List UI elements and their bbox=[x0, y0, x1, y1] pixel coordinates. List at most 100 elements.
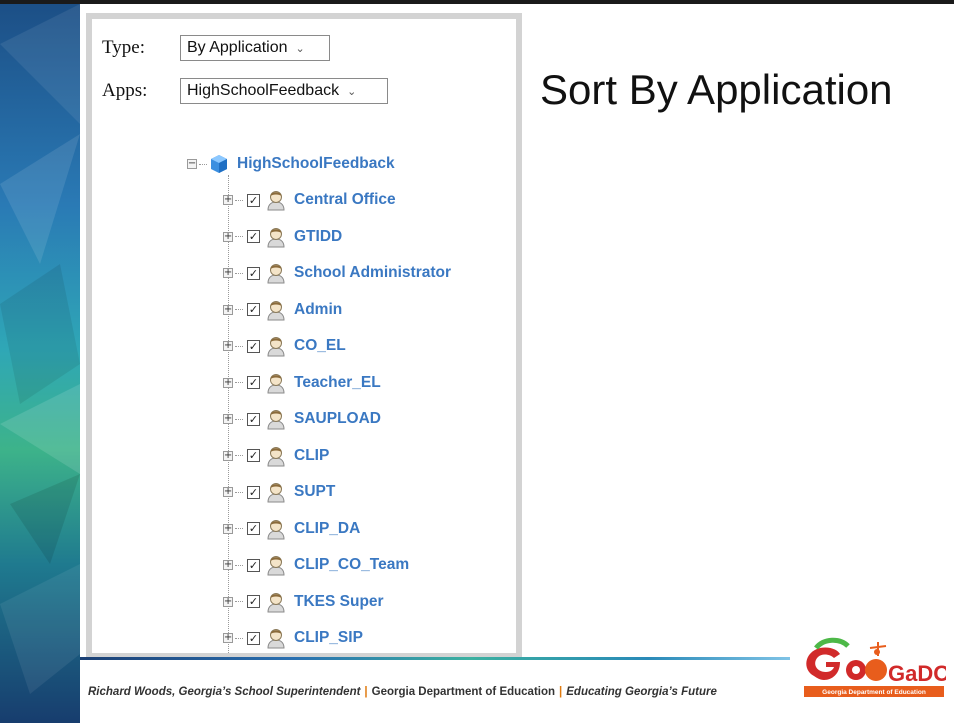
footer-superintendent: Richard Woods, Georgia’s School Superint… bbox=[88, 686, 361, 698]
tree-item-label[interactable]: Admin bbox=[294, 301, 342, 319]
footer-separator: | bbox=[364, 686, 368, 698]
chevron-down-icon: ⌄ bbox=[347, 85, 357, 98]
tree-item-checkbox[interactable]: ✓ bbox=[247, 522, 260, 535]
tree-item[interactable]: + ✓ GTIDD bbox=[223, 222, 342, 252]
tree-item-label[interactable]: CO_EL bbox=[294, 337, 346, 355]
tree-item[interactable]: + ✓ Teacher_EL bbox=[223, 368, 381, 398]
tree-item-checkbox[interactable]: ✓ bbox=[247, 303, 260, 316]
tree-connector bbox=[235, 455, 243, 456]
expand-icon[interactable]: + bbox=[223, 560, 233, 570]
slide-title: Sort By Application bbox=[540, 66, 893, 113]
user-role-icon bbox=[267, 519, 285, 539]
footer-divider bbox=[80, 657, 790, 660]
tree-connector bbox=[235, 418, 243, 420]
expand-icon[interactable]: + bbox=[223, 304, 233, 315]
user-role-icon bbox=[267, 629, 285, 649]
tree-item[interactable]: + ✓ School Administrator bbox=[223, 258, 451, 288]
footer-separator: | bbox=[559, 686, 563, 698]
tree-item-checkbox[interactable]: ✓ bbox=[247, 339, 260, 353]
tree-item[interactable]: + ✓ CO_EL bbox=[223, 331, 346, 361]
apps-label: Apps: bbox=[102, 80, 148, 101]
tree-item-label[interactable]: CLIP bbox=[294, 447, 329, 465]
user-role-icon bbox=[267, 410, 285, 430]
logo-brand-text: GaDOE bbox=[888, 661, 946, 686]
tree-item[interactable]: + ✓ Central Office bbox=[223, 185, 396, 215]
top-border bbox=[0, 0, 954, 4]
tree-item-checkbox[interactable]: ✓ bbox=[247, 631, 260, 645]
expand-icon[interactable]: + bbox=[223, 414, 233, 424]
tree-item-label[interactable]: CLIP_CO_Team bbox=[294, 556, 409, 574]
tree-connector bbox=[235, 528, 243, 529]
tree-item-checkbox[interactable]: ✓ bbox=[247, 449, 260, 462]
application-cube-icon bbox=[211, 155, 227, 173]
tree-item-checkbox[interactable]: ✓ bbox=[247, 412, 260, 426]
tree-root-node[interactable]: − HighSchoolFeedback bbox=[187, 149, 395, 179]
tree-item[interactable]: + ✓ CLIP_DA bbox=[223, 514, 360, 544]
decorative-side-banner bbox=[0, 4, 80, 723]
expand-icon[interactable]: + bbox=[223, 377, 233, 388]
tree-item-label[interactable]: School Administrator bbox=[294, 264, 451, 282]
logo-caption: Georgia Department of Education bbox=[822, 689, 926, 696]
tree-connector bbox=[235, 199, 243, 201]
tree-item-checkbox[interactable]: ✓ bbox=[247, 376, 260, 389]
tree-item-label[interactable]: Teacher_EL bbox=[294, 374, 381, 392]
tree-item-label[interactable]: TKES Super bbox=[294, 593, 384, 611]
tree-item-label[interactable]: SAUPLOAD bbox=[294, 410, 381, 428]
tree-item[interactable]: + ✓ TKES Super bbox=[223, 587, 384, 617]
tree-item-label[interactable]: GTIDD bbox=[294, 228, 342, 246]
expand-icon[interactable]: + bbox=[223, 195, 233, 205]
apps-select-value: HighSchoolFeedback bbox=[187, 82, 340, 99]
apps-select[interactable]: HighSchoolFeedback ⌄ bbox=[180, 78, 388, 104]
user-tree-panel: Type: By Application ⌄ Apps: HighSchoolF… bbox=[86, 13, 522, 659]
tree-item-checkbox[interactable]: ✓ bbox=[247, 558, 260, 572]
expand-icon[interactable]: + bbox=[223, 596, 233, 607]
expand-icon[interactable]: + bbox=[223, 633, 233, 643]
user-role-icon bbox=[267, 483, 285, 503]
tree-connector bbox=[235, 309, 243, 310]
tree-item-label[interactable]: Central Office bbox=[294, 191, 396, 209]
user-role-icon bbox=[267, 227, 285, 247]
expand-icon[interactable]: + bbox=[223, 231, 233, 242]
tree-item[interactable]: + ✓ CLIP bbox=[223, 441, 329, 471]
tree-item[interactable]: + ✓ Admin bbox=[223, 295, 342, 325]
user-role-icon bbox=[267, 373, 285, 393]
user-role-icon bbox=[267, 191, 285, 211]
tree-item-label[interactable]: CLIP_DA bbox=[294, 520, 360, 538]
tree-item-checkbox[interactable]: ✓ bbox=[247, 193, 260, 207]
tree-connector bbox=[235, 345, 243, 347]
type-select-value: By Application bbox=[187, 39, 288, 56]
tree-connector bbox=[235, 382, 243, 383]
expand-icon[interactable]: + bbox=[223, 487, 233, 497]
tree-connector bbox=[235, 637, 243, 639]
type-row: Type: By Application ⌄ bbox=[102, 35, 330, 61]
tree-item-checkbox[interactable]: ✓ bbox=[247, 595, 260, 608]
expand-icon[interactable]: + bbox=[223, 450, 233, 461]
expand-icon[interactable]: + bbox=[223, 268, 233, 278]
apps-row: Apps: HighSchoolFeedback ⌄ bbox=[102, 78, 388, 104]
user-role-icon bbox=[267, 300, 285, 320]
type-select[interactable]: By Application ⌄ bbox=[180, 35, 330, 61]
tree-root-label[interactable]: HighSchoolFeedback bbox=[237, 155, 395, 173]
tree-item-checkbox[interactable]: ✓ bbox=[247, 230, 260, 243]
tree-connector bbox=[199, 163, 207, 165]
tree-item[interactable]: + ✓ CLIP_CO_Team bbox=[223, 550, 409, 580]
user-role-icon bbox=[267, 446, 285, 466]
tree-connector bbox=[235, 236, 243, 237]
collapse-icon[interactable]: − bbox=[187, 159, 197, 169]
user-role-icon bbox=[267, 337, 285, 357]
expand-icon[interactable]: + bbox=[223, 523, 233, 534]
expand-icon[interactable]: + bbox=[223, 341, 233, 351]
tree-item[interactable]: + ✓ SAUPLOAD bbox=[223, 404, 381, 434]
gadoe-logo-graphic: GaDOE Georgia Department of Education bbox=[804, 637, 954, 697]
footer-motto: Educating Georgia’s Future bbox=[566, 686, 717, 698]
tree-connector bbox=[235, 491, 243, 493]
footer-department: Georgia Department of Education bbox=[371, 686, 556, 698]
tree-item-checkbox[interactable]: ✓ bbox=[247, 266, 260, 280]
tree-item[interactable]: + ✓ CLIP_SIP bbox=[223, 623, 363, 653]
tree-item-label[interactable]: SUPT bbox=[294, 483, 335, 501]
footer-text: Richard Woods, Georgia’s School Superint… bbox=[88, 686, 717, 698]
tree-item-label[interactable]: CLIP_SIP bbox=[294, 629, 363, 647]
tree-item-checkbox[interactable]: ✓ bbox=[247, 485, 260, 499]
user-role-icon bbox=[267, 264, 285, 284]
tree-item[interactable]: + ✓ SUPT bbox=[223, 477, 335, 507]
